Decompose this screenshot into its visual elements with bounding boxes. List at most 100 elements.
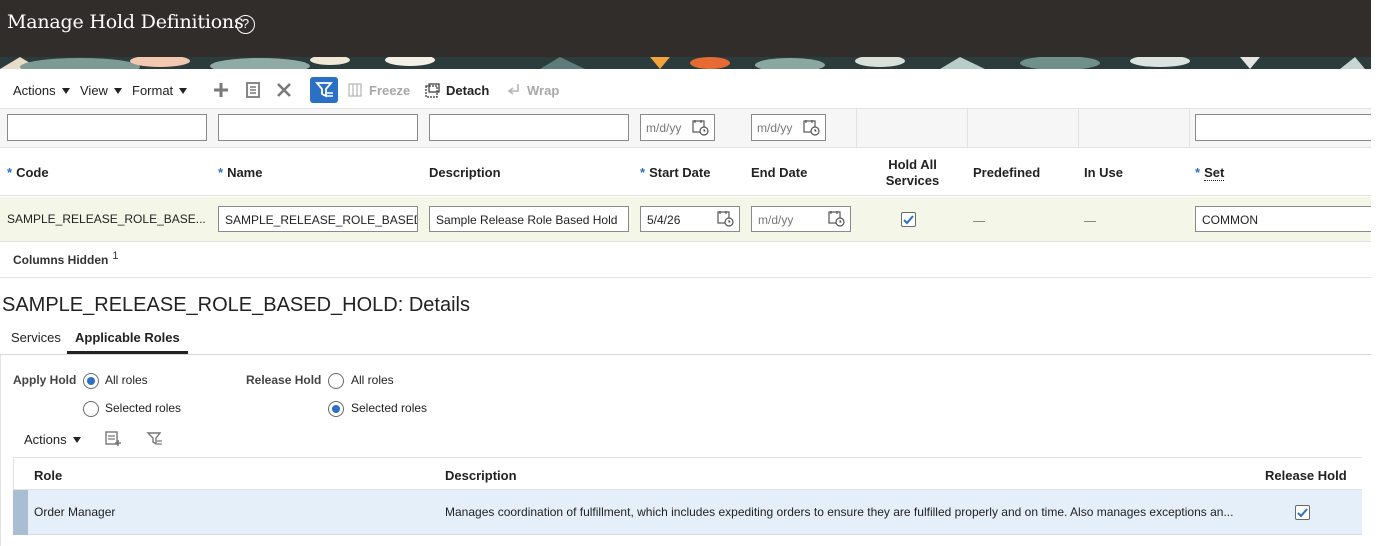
table-column-headers: * Code * Name Description * Start Date End …: [0, 149, 1371, 196]
edit-icon[interactable]: [244, 81, 262, 99]
filter-cell-divider: [967, 109, 968, 148]
filter-cell-divider: [856, 109, 857, 148]
column-header-set[interactable]: * Set: [1195, 165, 1225, 181]
row-start-date-value: 5/4/26: [647, 213, 681, 227]
filter-icon[interactable]: [146, 430, 163, 447]
calendar-icon[interactable]: [828, 210, 845, 227]
columns-hidden-count: 1: [112, 250, 119, 262]
filter-icon: [315, 82, 333, 98]
role-name: Order Manager: [34, 505, 116, 519]
freeze-button[interactable]: Freeze: [369, 83, 410, 98]
column-header-set-label: Set: [1204, 165, 1225, 181]
filter-cell-divider: [1189, 109, 1190, 148]
release-hold-all-roles-label: All roles: [351, 373, 394, 387]
apply-hold-label: Apply Hold: [13, 373, 77, 387]
wrap-button[interactable]: Wrap: [527, 83, 559, 98]
column-header-start-date[interactable]: * Start Date: [640, 165, 710, 180]
name-filter-input[interactable]: [218, 114, 418, 141]
column-header-hold-all-services-line1: Hold All: [888, 157, 937, 172]
question-circle-icon[interactable]: ?: [236, 15, 255, 34]
start-date-filter-placeholder: m/d/yy: [646, 121, 682, 135]
calendar-icon[interactable]: [803, 119, 820, 136]
column-header-name-label: Name: [227, 165, 263, 180]
actions-menu-label: Actions: [13, 83, 56, 98]
table-row[interactable]: SAMPLE_RELEASE_ROLE_BASE... SAMPLE_RELEA…: [0, 197, 1371, 242]
required-marker: *: [218, 165, 224, 180]
column-header-end-date[interactable]: End Date: [751, 165, 807, 180]
format-menu-label: Format: [132, 83, 174, 98]
row-end-date-placeholder: m/d/yy: [758, 213, 794, 227]
column-header-predefined[interactable]: Predefined: [973, 165, 1040, 180]
wrap-icon: [507, 84, 519, 95]
chevron-down-icon: [72, 437, 81, 443]
release-hold-all-roles-radio[interactable]: [328, 373, 344, 389]
format-menu[interactable]: Format: [132, 83, 188, 98]
row-name-input[interactable]: SAMPLE_RELEASE_ROLE_BASED: [218, 206, 418, 232]
freeze-icon: [348, 83, 362, 97]
column-header-in-use[interactable]: In Use: [1084, 165, 1123, 180]
row-code: SAMPLE_RELEASE_ROLE_BASE...: [7, 212, 206, 226]
apply-hold-all-roles-radio[interactable]: [83, 373, 99, 389]
filter-cell-divider: [1078, 109, 1079, 148]
chevron-down-icon: [61, 88, 70, 94]
detach-icon: [425, 83, 440, 98]
release-hold-selected-roles-label: Selected roles: [351, 401, 428, 415]
row-description-input[interactable]: Sample Release Role Based Hold: [429, 206, 629, 232]
row-set-input[interactable]: COMMON: [1195, 206, 1371, 232]
detach-button[interactable]: Detach: [446, 83, 489, 98]
apply-hold-selected-roles-label: Selected roles: [105, 401, 182, 415]
decorative-banner: [0, 57, 1371, 69]
query-by-example-row: m/d/yy m/d/yy: [0, 109, 1371, 148]
row-start-date-input[interactable]: 5/4/26: [640, 206, 740, 232]
release-hold-label: Release Hold: [246, 373, 322, 387]
column-header-hold-all-services[interactable]: Hold All Services: [870, 157, 955, 189]
predefined-empty-dash: [973, 221, 985, 222]
roles-column-description[interactable]: Description: [445, 468, 517, 483]
column-header-start-date-label: Start Date: [649, 165, 711, 180]
chevron-down-icon: [113, 88, 122, 94]
delete-icon[interactable]: [275, 81, 293, 99]
hold-all-services-checkbox[interactable]: [901, 212, 916, 227]
roles-actions-menu[interactable]: Actions: [24, 432, 81, 447]
set-filter-input[interactable]: [1195, 114, 1371, 141]
in-use-empty-dash: [1084, 221, 1096, 222]
release-hold-checkbox[interactable]: [1295, 505, 1310, 520]
description-filter-input[interactable]: [429, 114, 629, 141]
add-icon[interactable]: [212, 81, 230, 99]
start-date-filter-input[interactable]: m/d/yy: [640, 114, 715, 141]
column-header-hold-all-services-line2: Services: [885, 173, 940, 188]
columns-hidden-label: Columns Hidden: [13, 253, 109, 267]
apply-hold-all-roles-label: All roles: [105, 373, 148, 387]
view-menu[interactable]: View: [80, 83, 122, 98]
actions-menu[interactable]: Actions: [13, 83, 70, 98]
query-by-example-button[interactable]: [310, 77, 338, 103]
release-hold-selected-roles-radio[interactable]: [328, 401, 344, 417]
column-header-name[interactable]: * Name: [218, 165, 262, 180]
chevron-down-icon: [179, 88, 188, 94]
calendar-icon[interactable]: [692, 119, 709, 136]
roles-table-header: Role Description Release Hold: [13, 457, 1362, 490]
roles-column-release-hold[interactable]: Release Hold: [1265, 468, 1347, 483]
view-menu-label: View: [80, 83, 108, 98]
end-date-filter-input[interactable]: m/d/yy: [751, 114, 826, 141]
tab-applicable-roles[interactable]: Applicable Roles: [67, 330, 188, 354]
add-row-icon[interactable]: [105, 430, 122, 447]
column-header-description[interactable]: Description: [429, 165, 501, 180]
apply-hold-selected-roles-radio[interactable]: [83, 401, 99, 417]
column-header-code[interactable]: * Code: [7, 165, 49, 180]
checkmark-icon: [903, 215, 914, 225]
roles-actions-menu-label: Actions: [24, 432, 67, 447]
column-header-code-label: Code: [16, 165, 49, 180]
table-toolbar: Actions View Format Freeze Detach Wrap: [0, 69, 1371, 109]
required-marker: *: [1195, 165, 1201, 180]
role-description: Manages coordination of fulfillment, whi…: [445, 505, 1234, 519]
row-end-date-input[interactable]: m/d/yy: [751, 206, 851, 232]
roles-column-role[interactable]: Role: [34, 468, 62, 483]
end-date-filter-placeholder: m/d/yy: [757, 121, 793, 135]
table-row[interactable]: Order Manager Manages coordination of fu…: [13, 490, 1362, 535]
required-marker: *: [7, 165, 13, 180]
code-filter-input[interactable]: [7, 114, 207, 141]
calendar-icon[interactable]: [717, 210, 734, 227]
required-marker: *: [640, 165, 646, 180]
tab-services[interactable]: Services: [11, 330, 61, 345]
